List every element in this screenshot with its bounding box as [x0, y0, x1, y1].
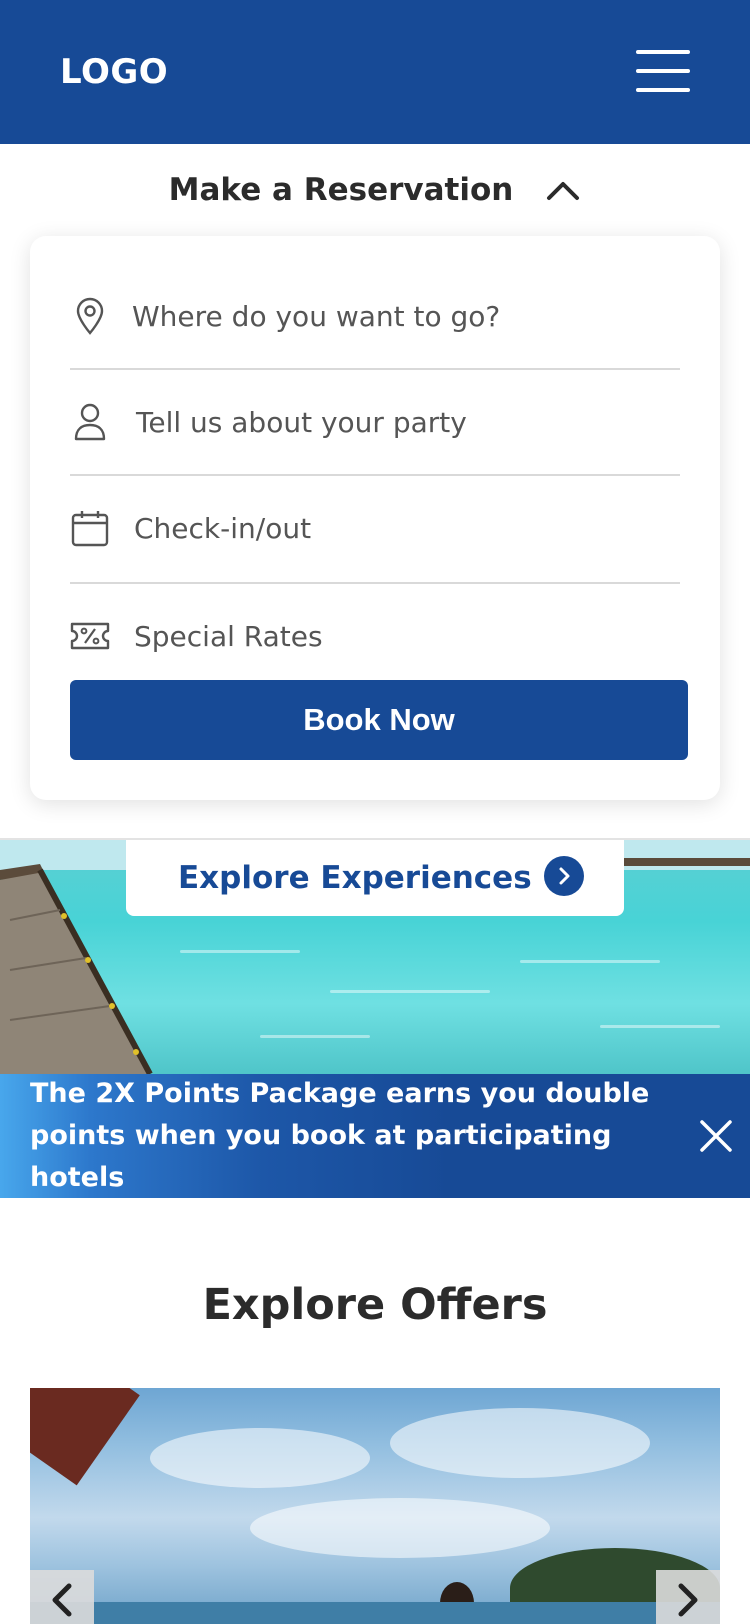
destination-field[interactable]: Where do you want to go?	[70, 264, 680, 368]
offer-image[interactable]	[30, 1388, 720, 1624]
party-placeholder: Tell us about your party	[136, 405, 467, 439]
promo-banner: The 2X Points Package earns you double p…	[0, 1074, 750, 1198]
chevron-right-icon	[678, 1583, 698, 1617]
logo[interactable]: LOGO	[60, 52, 168, 92]
calendar-icon	[70, 508, 110, 548]
location-pin-icon	[70, 296, 110, 336]
discount-ticket-icon	[70, 616, 110, 656]
special-rates-field[interactable]: Special Rates	[70, 584, 680, 688]
reservation-toggle[interactable]: Make a Reservation	[0, 144, 750, 236]
explore-experiences-label: Explore Experiences	[178, 860, 532, 896]
person-icon	[70, 402, 110, 442]
dates-field[interactable]: Check-in/out	[70, 476, 680, 580]
offers-heading: Explore Offers	[202, 1280, 548, 1330]
party-field[interactable]: Tell us about your party	[70, 370, 680, 474]
special-rates-placeholder: Special Rates	[134, 619, 323, 653]
promo-text: The 2X Points Package earns you double p…	[30, 1078, 650, 1193]
destination-placeholder: Where do you want to go?	[132, 299, 501, 333]
hamburger-menu-icon[interactable]	[636, 50, 690, 92]
chevron-left-icon	[52, 1583, 72, 1617]
top-header: LOGO	[0, 0, 750, 144]
reservation-title: Make a Reservation	[168, 172, 514, 208]
reservation-card: Where do you want to go? Tell us about y…	[30, 236, 720, 800]
carousel-next-button[interactable]	[656, 1570, 720, 1624]
chevron-right-circle-icon	[544, 856, 584, 896]
carousel-prev-button[interactable]	[30, 1570, 94, 1624]
explore-experiences-link[interactable]: Explore Experiences	[126, 840, 624, 916]
book-now-button[interactable]: Book Now	[70, 680, 688, 760]
chevron-up-icon	[547, 182, 580, 200]
close-icon[interactable]	[696, 1116, 736, 1156]
dates-placeholder: Check-in/out	[134, 511, 312, 545]
